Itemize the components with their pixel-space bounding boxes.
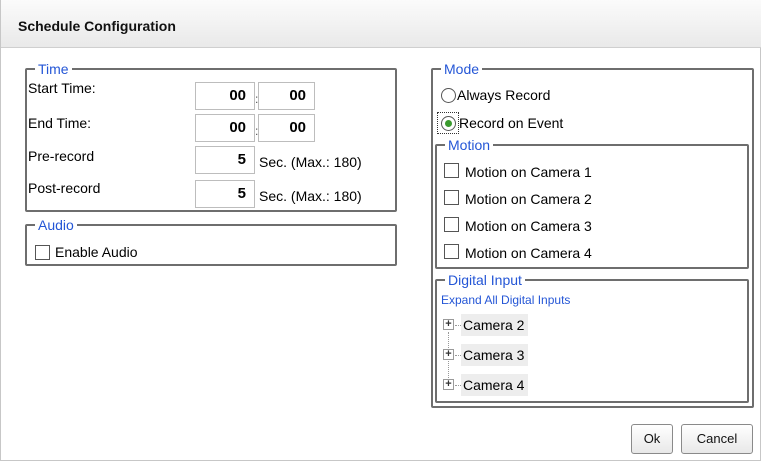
- camera-2-expand-icon[interactable]: +: [443, 319, 454, 330]
- always-record-radio[interactable]: [441, 88, 456, 103]
- time-legend: Time: [38, 61, 69, 77]
- pre-record-label: Pre-record: [28, 148, 95, 164]
- schedule-configuration-dialog: Schedule Configuration Time Start Time: …: [0, 0, 761, 461]
- mode-legend: Mode: [444, 61, 480, 77]
- record-on-event-label[interactable]: Record on Event: [459, 115, 563, 131]
- start-time-label: Start Time:: [28, 80, 96, 96]
- expand-all-digital-inputs-link[interactable]: Expand All Digital Inputs: [441, 293, 570, 307]
- enable-audio-checkbox[interactable]: [35, 245, 50, 260]
- camera-4-expand-icon[interactable]: +: [443, 379, 454, 390]
- always-record-label[interactable]: Always Record: [457, 87, 550, 103]
- post-record-label: Post-record: [28, 180, 101, 196]
- radio-selected-dot: [445, 120, 452, 127]
- record-on-event-radio[interactable]: [441, 116, 456, 131]
- camera-3-expand-icon[interactable]: +: [443, 349, 454, 360]
- motion-camera-1-label[interactable]: Motion on Camera 1: [465, 164, 592, 180]
- ok-button[interactable]: Ok: [631, 424, 673, 454]
- post-record-unit: Sec. (Max.: 180): [259, 188, 362, 204]
- start-hour-input[interactable]: 00: [195, 82, 255, 110]
- motion-legend: Motion: [448, 137, 491, 153]
- end-hour-input[interactable]: 00: [195, 114, 255, 142]
- dialog-titlebar: Schedule Configuration: [1, 0, 761, 48]
- motion-camera-2-label[interactable]: Motion on Camera 2: [465, 191, 592, 207]
- camera-4-tree-item[interactable]: Camera 4: [461, 374, 529, 396]
- motion-camera-3-label[interactable]: Motion on Camera 3: [465, 218, 592, 234]
- pre-record-unit: Sec. (Max.: 180): [259, 154, 362, 170]
- dialog-title: Schedule Configuration: [18, 18, 176, 34]
- camera-2-tree-item[interactable]: Camera 2: [461, 314, 529, 336]
- end-minute-input[interactable]: 00: [258, 114, 315, 142]
- enable-audio-label[interactable]: Enable Audio: [55, 244, 138, 260]
- motion-camera-1-checkbox[interactable]: [444, 163, 459, 178]
- camera-3-tree-item[interactable]: Camera 3: [461, 344, 529, 366]
- motion-camera-2-checkbox[interactable]: [444, 190, 459, 205]
- audio-legend: Audio: [38, 217, 74, 233]
- post-record-input[interactable]: 5: [195, 180, 255, 208]
- motion-camera-4-label[interactable]: Motion on Camera 4: [465, 245, 592, 261]
- motion-camera-4-checkbox[interactable]: [444, 244, 459, 259]
- motion-camera-3-checkbox[interactable]: [444, 217, 459, 232]
- digital-input-legend: Digital Input: [448, 272, 522, 288]
- pre-record-input[interactable]: 5: [195, 146, 255, 174]
- start-minute-input[interactable]: 00: [258, 82, 315, 110]
- cancel-button[interactable]: Cancel: [681, 424, 753, 454]
- end-time-label: End Time:: [28, 115, 92, 131]
